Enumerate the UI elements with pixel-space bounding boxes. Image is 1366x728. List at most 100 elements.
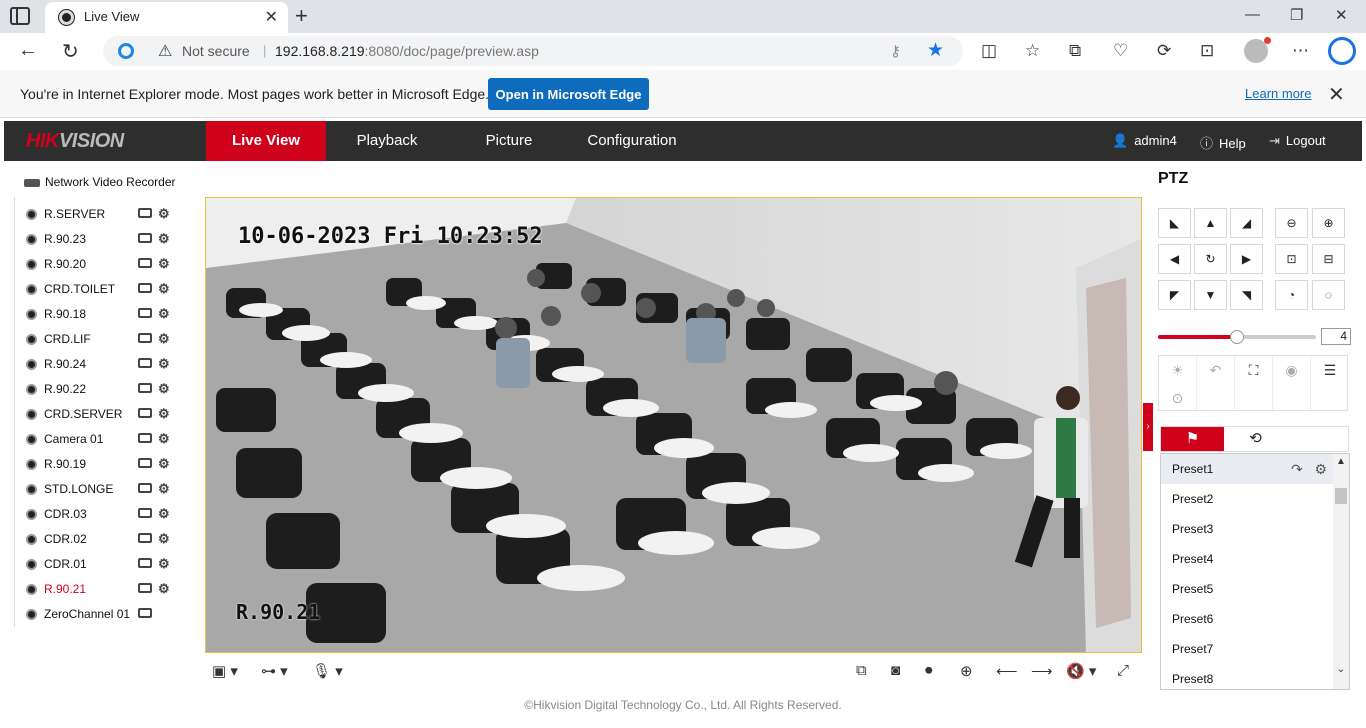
ptz-info-icon[interactable]: ⚙ (158, 531, 170, 547)
light-icon[interactable]: ☀ (1159, 356, 1197, 384)
channel-item[interactable]: CRD.SERVER ⚙ (24, 404, 184, 424)
ptz-info-icon[interactable]: ⚙ (158, 206, 170, 222)
ptz-down-icon[interactable]: ▼ (1194, 280, 1227, 310)
ptz-info-icon[interactable]: ⚙ (158, 556, 170, 572)
profile-avatar[interactable] (1244, 37, 1271, 63)
ptz-info-icon[interactable]: ⚙ (158, 456, 170, 472)
record-icon[interactable] (138, 533, 152, 543)
more-menu-icon[interactable]: ⋯ (1292, 41, 1309, 61)
record-icon[interactable]: ⏺ (925, 662, 933, 679)
ptz-up-icon[interactable]: ▲ (1194, 208, 1227, 238)
scroll-down-icon[interactable]: ⌄ (1333, 664, 1349, 675)
stop-all-icon[interactable]: ⧉ (856, 662, 867, 679)
ptz-up-left-icon[interactable]: ◣ (1158, 208, 1191, 238)
collections-icon[interactable]: ⧉ (1069, 41, 1081, 61)
iris-close-icon[interactable]: ◌ (1312, 280, 1345, 310)
record-icon[interactable] (138, 408, 152, 418)
restore-icon[interactable]: ❐ (1290, 6, 1303, 24)
record-icon[interactable] (138, 333, 152, 343)
user-menu[interactable]: 👤 admin4 (1112, 133, 1177, 149)
live-video[interactable]: 10-06-2023 Fri 10:23:52 R.90.21 (205, 197, 1142, 653)
channel-item[interactable]: R.90.21 ⚙ (24, 579, 184, 599)
more-functions-icon[interactable]: ☰ (1311, 356, 1349, 384)
bing-copilot-icon[interactable] (1328, 37, 1356, 65)
record-icon[interactable] (138, 258, 152, 268)
preset-item[interactable]: Preset8 (1161, 664, 1333, 689)
menu-playback[interactable]: Playback (327, 121, 447, 161)
nvr-title[interactable]: Network Video Recorder (24, 175, 176, 189)
record-icon[interactable] (138, 508, 152, 518)
extensions-icon[interactable]: ⟳ (1157, 41, 1171, 61)
key-icon[interactable]: ⚷ (890, 42, 901, 60)
3d-positioning-icon[interactable]: ⛶ (1235, 356, 1273, 384)
tab-pattern[interactable] (1287, 427, 1350, 451)
preset-item[interactable]: Preset3 (1161, 514, 1333, 544)
record-icon[interactable] (138, 458, 152, 468)
minimize-icon[interactable]: — (1245, 6, 1260, 23)
channel-item[interactable]: ZeroChannel 01 (24, 604, 184, 624)
record-icon[interactable] (138, 283, 152, 293)
open-in-edge-button[interactable]: Open in Microsoft Edge (488, 78, 649, 110)
browser-tab[interactable]: Live View ✕ (45, 2, 288, 33)
record-icon[interactable] (138, 233, 152, 243)
ptz-info-icon[interactable]: ⚙ (158, 481, 170, 497)
digital-zoom-icon[interactable]: ⊕ (960, 662, 973, 680)
channel-item[interactable]: R.90.24 ⚙ (24, 354, 184, 374)
preset-item[interactable]: Preset6 (1161, 604, 1333, 634)
focus-far-icon[interactable]: ⊟ (1312, 244, 1345, 274)
record-icon[interactable] (138, 308, 152, 318)
record-icon[interactable] (138, 383, 152, 393)
ptz-info-icon[interactable]: ⚙ (158, 506, 170, 522)
speed-slider-handle[interactable] (1230, 330, 1244, 344)
record-icon[interactable] (138, 608, 152, 618)
channel-item[interactable]: CDR.01 ⚙ (24, 554, 184, 574)
ptz-info-icon[interactable]: ⚙ (158, 306, 170, 322)
ptz-auto-icon[interactable]: ↻ (1194, 244, 1227, 274)
ptz-up-right-icon[interactable]: ◢ (1230, 208, 1263, 238)
ptz-speed-value[interactable]: 4 (1321, 328, 1351, 345)
ptz-info-icon[interactable]: ⚙ (158, 356, 170, 372)
zoom-in-icon[interactable]: ⊕ (1312, 208, 1345, 238)
browser-essentials-icon[interactable]: ♡ (1113, 41, 1128, 61)
tab-patrol[interactable]: ⟲ (1224, 427, 1287, 451)
ptz-info-icon[interactable]: ⚙ (158, 581, 170, 597)
record-icon[interactable] (138, 433, 152, 443)
ptz-right-icon[interactable]: ▶ (1230, 244, 1263, 274)
record-icon[interactable] (138, 208, 152, 218)
scroll-thumb[interactable] (1335, 488, 1347, 504)
ie-mode-icon[interactable] (118, 43, 134, 59)
iris-open-icon[interactable]: ◔ (1275, 280, 1308, 310)
record-icon[interactable] (138, 483, 152, 493)
set-preset-icon[interactable]: ⚙ (1314, 461, 1327, 477)
help-link[interactable]: ⓘ Help (1200, 133, 1246, 152)
window-layout-icon[interactable]: ▣ ▾ (212, 662, 238, 680)
menu-configuration[interactable]: Configuration (571, 121, 693, 161)
close-tab-icon[interactable]: ✕ (265, 7, 278, 27)
collapse-panel-icon[interactable]: › (1143, 403, 1153, 451)
channel-item[interactable]: CRD.LIF ⚙ (24, 329, 184, 349)
ptz-info-icon[interactable]: ⚙ (158, 381, 170, 397)
channel-item[interactable]: R.90.22 ⚙ (24, 379, 184, 399)
wiper-icon[interactable]: ↶ (1197, 356, 1235, 384)
record-icon[interactable] (138, 358, 152, 368)
channel-item[interactable]: CDR.02 ⚙ (24, 529, 184, 549)
next-page-icon[interactable]: ⟶ (1031, 662, 1053, 680)
scroll-up-icon[interactable]: ▲ (1333, 456, 1349, 467)
preset-item[interactable]: Preset7 (1161, 634, 1333, 664)
fullscreen-icon[interactable]: ⤢ (1117, 662, 1129, 679)
favorite-star-icon[interactable]: ★ (927, 39, 944, 62)
capture-icon[interactable]: ◙ (891, 662, 900, 679)
refresh-icon[interactable]: ↻ (62, 39, 79, 64)
preset-scrollbar[interactable]: ▲ ⌄ (1333, 454, 1349, 689)
channel-item[interactable]: R.90.19 ⚙ (24, 454, 184, 474)
preset-item[interactable]: Preset1 ↷ ⚙ (1161, 454, 1333, 484)
ptz-down-right-icon[interactable]: ◥ (1230, 280, 1263, 310)
ptz-left-icon[interactable]: ◀ (1158, 244, 1191, 274)
favorites-icon[interactable]: ☆ (1025, 41, 1040, 61)
logout-link[interactable]: ⇥ Logout (1269, 133, 1326, 149)
channel-item[interactable]: Camera 01 ⚙ (24, 429, 184, 449)
split-screen-icon[interactable]: ◫ (981, 41, 997, 61)
ptz-info-icon[interactable]: ⚙ (158, 231, 170, 247)
url-text[interactable]: 192.168.8.219:8080/doc/page/preview.asp (275, 43, 539, 59)
ptz-info-icon[interactable]: ⚙ (158, 281, 170, 297)
